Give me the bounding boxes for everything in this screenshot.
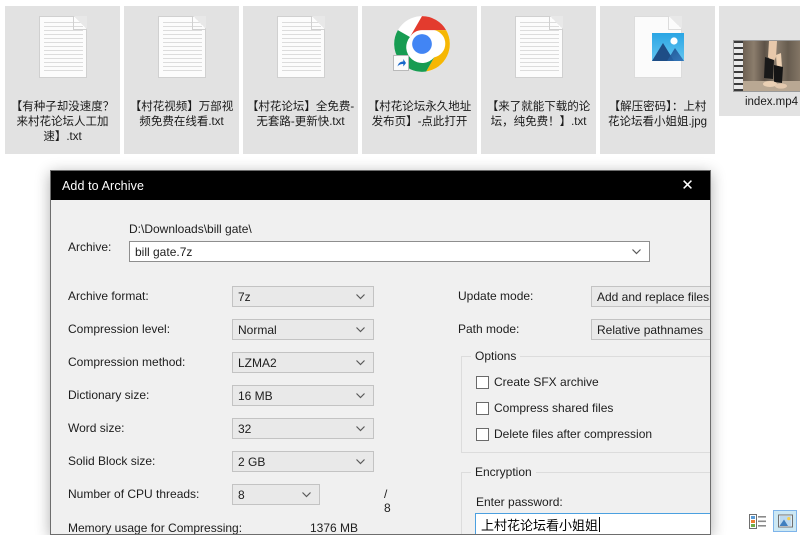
- create-sfx-archive-checkbox[interactable]: [476, 375, 489, 389]
- file-icon-grid: 【有种子却没速度？来村花论坛人工加速】.txt 【村花视频】万部视频免费在线看.…: [5, 6, 800, 154]
- archive-name-combo[interactable]: bill gate.7z: [129, 241, 650, 262]
- file-tile-6[interactable]: index.mp4: [719, 6, 800, 116]
- compress-shared-files-checkbox[interactable]: [476, 401, 489, 415]
- file-label-3: 【村花论坛永久地址发布页】-点此打开: [367, 101, 472, 128]
- chevron-down-icon: [355, 456, 366, 467]
- file-tile-4[interactable]: 【来了就能下载的论坛，纯免费！】.txt: [481, 6, 596, 154]
- file-tile-0[interactable]: 【有种子却没速度？来村花论坛人工加速】.txt: [5, 6, 120, 154]
- archive-format-combo[interactable]: 7z: [232, 286, 374, 307]
- compression-level-label: Compression level:: [68, 322, 171, 336]
- text-file-icon: [506, 14, 572, 98]
- archive-format-label: Archive format:: [68, 289, 149, 303]
- dialog-titlebar[interactable]: Add to Archive ✕: [51, 171, 710, 200]
- close-icon[interactable]: ✕: [665, 171, 710, 200]
- file-label-4: 【来了就能下载的论坛，纯免费！】.txt: [486, 101, 591, 128]
- dialog-body: Archive: D:\Downloads\bill gate\ bill ga…: [51, 200, 710, 534]
- archive-label: Archive:: [68, 240, 112, 254]
- dictionary-size-value: 16 MB: [238, 388, 273, 403]
- memory-compressing-row: Memory usage for Compressing: 1376 MB: [68, 521, 358, 535]
- text-caret: [599, 517, 601, 532]
- large-icons-view-button[interactable]: [773, 510, 797, 532]
- compression-level-combo[interactable]: Normal: [232, 319, 374, 340]
- image-file-icon: [625, 14, 691, 98]
- archive-path-text: D:\Downloads\bill gate\: [129, 222, 252, 236]
- file-tile-5[interactable]: 【解压密码】：上村花论坛看小姐姐.jpg: [600, 6, 715, 154]
- dictionary-size-label: Dictionary size:: [68, 388, 150, 402]
- chevron-down-icon: [355, 291, 366, 302]
- file-tile-2[interactable]: 【村花论坛】全免费-无套路-更新快.txt: [243, 6, 358, 154]
- archive-format-value: 7z: [238, 289, 251, 304]
- memory-compressing-value: 1376 MB: [309, 521, 358, 535]
- compress-shared-files-checkbox-row[interactable]: Compress shared files: [476, 401, 613, 415]
- details-view-icon: [748, 513, 766, 529]
- update-mode-label: Update mode:: [458, 289, 534, 303]
- compression-method-label: Compression method:: [68, 355, 186, 369]
- create-sfx-archive-label: Create SFX archive: [494, 375, 599, 389]
- chevron-down-icon: [631, 246, 642, 257]
- solid-block-size-value: 2 GB: [238, 454, 266, 469]
- path-mode-combo[interactable]: Relative pathnames: [591, 319, 710, 340]
- solid-block-size-label: Solid Block size:: [68, 454, 156, 468]
- solid-block-size-combo[interactable]: 2 GB: [232, 451, 374, 472]
- file-tile-1[interactable]: 【村花视频】万部视频免费在线看.txt: [124, 6, 239, 154]
- compression-method-value: LZMA2: [238, 355, 277, 370]
- file-label-2: 【村花论坛】全免费-无套路-更新快.txt: [246, 101, 355, 128]
- file-label-5: 【解压密码】：上村花论坛看小姐姐.jpg: [607, 101, 708, 128]
- file-label-6: index.mp4: [744, 96, 799, 108]
- delete-files-after-compression-checkbox[interactable]: [476, 427, 489, 441]
- view-mode-buttons: [745, 510, 797, 532]
- memory-compressing-label: Memory usage for Compressing:: [68, 521, 243, 535]
- encryption-group-title: Encryption: [471, 465, 536, 479]
- enter-password-label: Enter password:: [476, 495, 563, 509]
- shortcut-arrow-icon: [392, 55, 409, 71]
- delete-files-after-compression-checkbox-row[interactable]: Delete files after compression: [476, 427, 652, 441]
- update-mode-value: Add and replace files: [597, 289, 710, 304]
- word-size-label: Word size:: [68, 421, 125, 435]
- video-thumbnail-icon: [732, 40, 800, 92]
- archive-name-value: bill gate.7z: [135, 244, 193, 259]
- path-mode-label: Path mode:: [458, 322, 520, 336]
- compress-shared-files-label: Compress shared files: [494, 401, 614, 415]
- details-view-button[interactable]: [745, 510, 769, 532]
- options-group: Options Create SFX archive Compress shar…: [461, 349, 710, 453]
- file-label-1: 【村花视频】万部视频免费在线看.txt: [129, 101, 234, 128]
- compression-method-combo[interactable]: LZMA2: [232, 352, 374, 373]
- cpu-threads-value: 8: [238, 487, 245, 502]
- update-mode-combo[interactable]: Add and replace files: [591, 286, 710, 307]
- create-sfx-archive-checkbox-row[interactable]: Create SFX archive: [476, 375, 599, 389]
- text-file-icon: [268, 14, 334, 98]
- archive-row: Archive: D:\Downloads\bill gate\ bill ga…: [51, 200, 710, 262]
- file-tile-3[interactable]: 【村花论坛永久地址发布页】-点此打开: [362, 6, 477, 154]
- chevron-down-icon: [355, 357, 366, 368]
- dictionary-size-combo[interactable]: 16 MB: [232, 385, 374, 406]
- cpu-threads-label: Number of CPU threads:: [68, 487, 200, 501]
- password-input[interactable]: 上村花论坛看小姐姐: [475, 513, 710, 534]
- encryption-group: Encryption Enter password: 上村花论坛看小姐姐: [461, 465, 710, 534]
- cpu-threads-total: / 8: [384, 487, 391, 515]
- file-label-0: 【有种子却没速度？来村花论坛人工加速】.txt: [10, 101, 115, 143]
- chevron-down-icon: [355, 423, 366, 434]
- delete-files-after-compression-label: Delete files after compression: [494, 427, 653, 441]
- chrome-shortcut-icon: [387, 14, 453, 98]
- add-to-archive-dialog: Add to Archive ✕ Archive: D:\Downloads\b…: [50, 170, 711, 535]
- cpu-threads-combo[interactable]: 8: [232, 484, 320, 505]
- chevron-down-icon: [301, 489, 312, 500]
- path-mode-value: Relative pathnames: [597, 322, 704, 337]
- large-icons-view-icon: [777, 514, 793, 527]
- text-file-icon: [30, 14, 96, 98]
- word-size-combo[interactable]: 32: [232, 418, 374, 439]
- chevron-down-icon: [355, 324, 366, 335]
- options-group-title: Options: [471, 349, 521, 363]
- text-file-icon: [149, 14, 215, 98]
- chevron-down-icon: [355, 390, 366, 401]
- word-size-value: 32: [238, 421, 252, 436]
- compression-level-value: Normal: [238, 322, 277, 337]
- password-value: 上村花论坛看小姐姐: [481, 518, 599, 533]
- dialog-title: Add to Archive: [62, 178, 145, 193]
